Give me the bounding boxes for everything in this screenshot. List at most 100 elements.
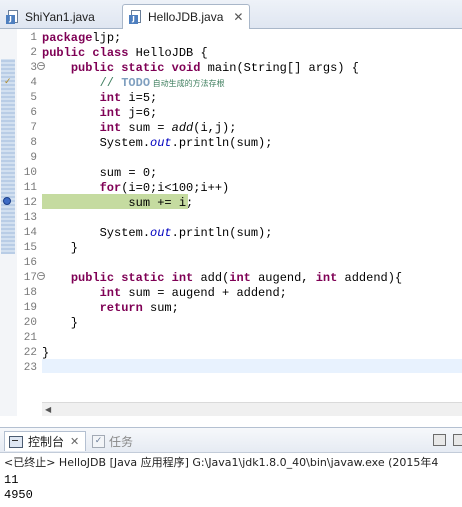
code-line[interactable]: int i=5; xyxy=(42,91,158,106)
code-token: System. xyxy=(42,136,151,150)
code-line[interactable]: System.out.println(sum); xyxy=(42,226,273,241)
code-token: .println(sum); xyxy=(171,136,273,150)
code-token: main(String[] args) { xyxy=(200,61,359,75)
code-token: // xyxy=(99,76,122,90)
maximize-view-button[interactable] xyxy=(453,434,462,446)
code-token: 自动生成的方法存根 xyxy=(150,79,225,88)
line-number: 21 xyxy=(23,332,37,344)
changed-lines-marker xyxy=(1,59,15,254)
tab-console[interactable]: 控制台 ✕ xyxy=(4,431,86,451)
code-line[interactable]: int j=6; xyxy=(42,106,158,121)
line-number: 15 xyxy=(23,242,37,254)
tab-label: 任务 xyxy=(109,434,134,449)
line-number: 13 xyxy=(23,212,37,224)
code-line[interactable]: } xyxy=(42,241,78,256)
code-line[interactable]: System.out.println(sum); xyxy=(42,136,273,151)
code-token: TODO xyxy=(121,76,151,90)
code-token: void xyxy=(171,61,201,75)
code-token: add( xyxy=(193,271,230,285)
tab-hellojdb-java[interactable]: J HelloJDB.java ✕ xyxy=(122,4,250,29)
line-number: 22 xyxy=(23,347,37,359)
code-token: sum; xyxy=(142,301,179,315)
code-token: } xyxy=(42,346,50,360)
close-tab-icon[interactable]: ✕ xyxy=(233,10,243,24)
line-number: 3 xyxy=(30,62,37,74)
console-icon xyxy=(9,435,23,448)
code-token: public xyxy=(70,61,115,75)
tab-tasks[interactable]: ✓ 任务 xyxy=(90,431,133,451)
java-file-icon: J xyxy=(6,9,20,24)
code-token: public xyxy=(70,271,115,285)
line-number: 5 xyxy=(30,92,37,104)
code-line[interactable]: public class HelloJDB { xyxy=(42,46,208,61)
line-number: 7 xyxy=(30,122,37,134)
code-token: return xyxy=(99,301,143,315)
line-number: 2 xyxy=(30,47,37,59)
tab-shiyan1-java[interactable]: J ShiYan1.java xyxy=(0,4,118,29)
code-token: add xyxy=(171,121,194,135)
console-output-line: 4950 xyxy=(4,488,33,502)
debug-instruction-pointer-icon[interactable] xyxy=(3,197,11,205)
code-token: } xyxy=(42,241,79,255)
current-line-highlight xyxy=(42,359,462,373)
task-marker-icon: ✓ xyxy=(4,77,12,87)
code-line[interactable]: public static int add(int augend, int ad… xyxy=(42,271,402,286)
code-line[interactable]: sum = 0; xyxy=(42,166,158,181)
overview-ruler: ✓ xyxy=(0,29,17,416)
code-token: (i,j); xyxy=(193,121,237,135)
code-token: static xyxy=(121,61,165,75)
code-editor[interactable]: ✓ 1 2 3 4 5 6 7 8 9 10 11 12 13 14 15 16 17 18 19 20 21 22 23 … xyxy=(0,29,462,416)
line-number: 10 xyxy=(23,167,37,179)
code-line[interactable]: public static void main(String[] args) { xyxy=(42,61,359,76)
tab-label: HelloJDB.java xyxy=(148,10,224,24)
java-file-icon: J xyxy=(129,10,143,24)
code-token: package xyxy=(42,31,93,45)
code-token: class xyxy=(92,46,129,60)
code-token: HelloJDB { xyxy=(128,46,208,60)
code-token: public xyxy=(42,46,86,60)
line-number: 19 xyxy=(23,302,37,314)
scroll-left-icon[interactable]: ◀ xyxy=(45,405,51,414)
horizontal-scrollbar[interactable]: ◀ xyxy=(42,402,462,416)
code-token: int xyxy=(99,286,122,300)
code-token: int xyxy=(99,106,122,120)
code-line[interactable]: int sum = add(i,j); xyxy=(42,121,237,136)
tab-label: ShiYan1.java xyxy=(25,9,95,24)
code-token: .println(sum); xyxy=(171,226,273,240)
code-line[interactable]: for(i=0;i<100;i++) xyxy=(42,181,230,196)
code-line[interactable]: packageljp; xyxy=(42,31,121,46)
code-token: augend, xyxy=(250,271,316,285)
line-number: 6 xyxy=(30,107,37,119)
line-number: 16 xyxy=(23,257,37,269)
code-token: sum += i; xyxy=(42,196,194,210)
minimize-view-button[interactable] xyxy=(433,434,446,446)
code-line[interactable]: } xyxy=(42,316,78,331)
code-token: int xyxy=(99,121,122,135)
line-number: 4 xyxy=(30,77,37,89)
code-line[interactable]: sum += i; xyxy=(42,196,193,211)
code-line[interactable]: } xyxy=(42,346,49,361)
code-token: int xyxy=(315,271,338,285)
console-process-label: <已终止> HelloJDB [Java 应用程序] G:\Java1\jdk1… xyxy=(4,456,439,469)
code-line[interactable]: int sum = augend + addend; xyxy=(42,286,287,301)
code-token: int xyxy=(99,91,122,105)
code-line[interactable]: // TODO 自动生成的方法存根 xyxy=(42,76,225,91)
line-number: 11 xyxy=(23,182,37,194)
close-tab-icon[interactable]: ✕ xyxy=(70,435,79,448)
code-line[interactable]: return sum; xyxy=(42,301,179,316)
line-number: 8 xyxy=(30,137,37,149)
line-number: 18 xyxy=(23,287,37,299)
code-token: System. xyxy=(42,226,151,240)
tab-label: 控制台 xyxy=(28,435,65,449)
view-tab-bar: 控制台 ✕ ✓ 任务 xyxy=(0,427,462,453)
line-number: 1 xyxy=(30,32,37,44)
